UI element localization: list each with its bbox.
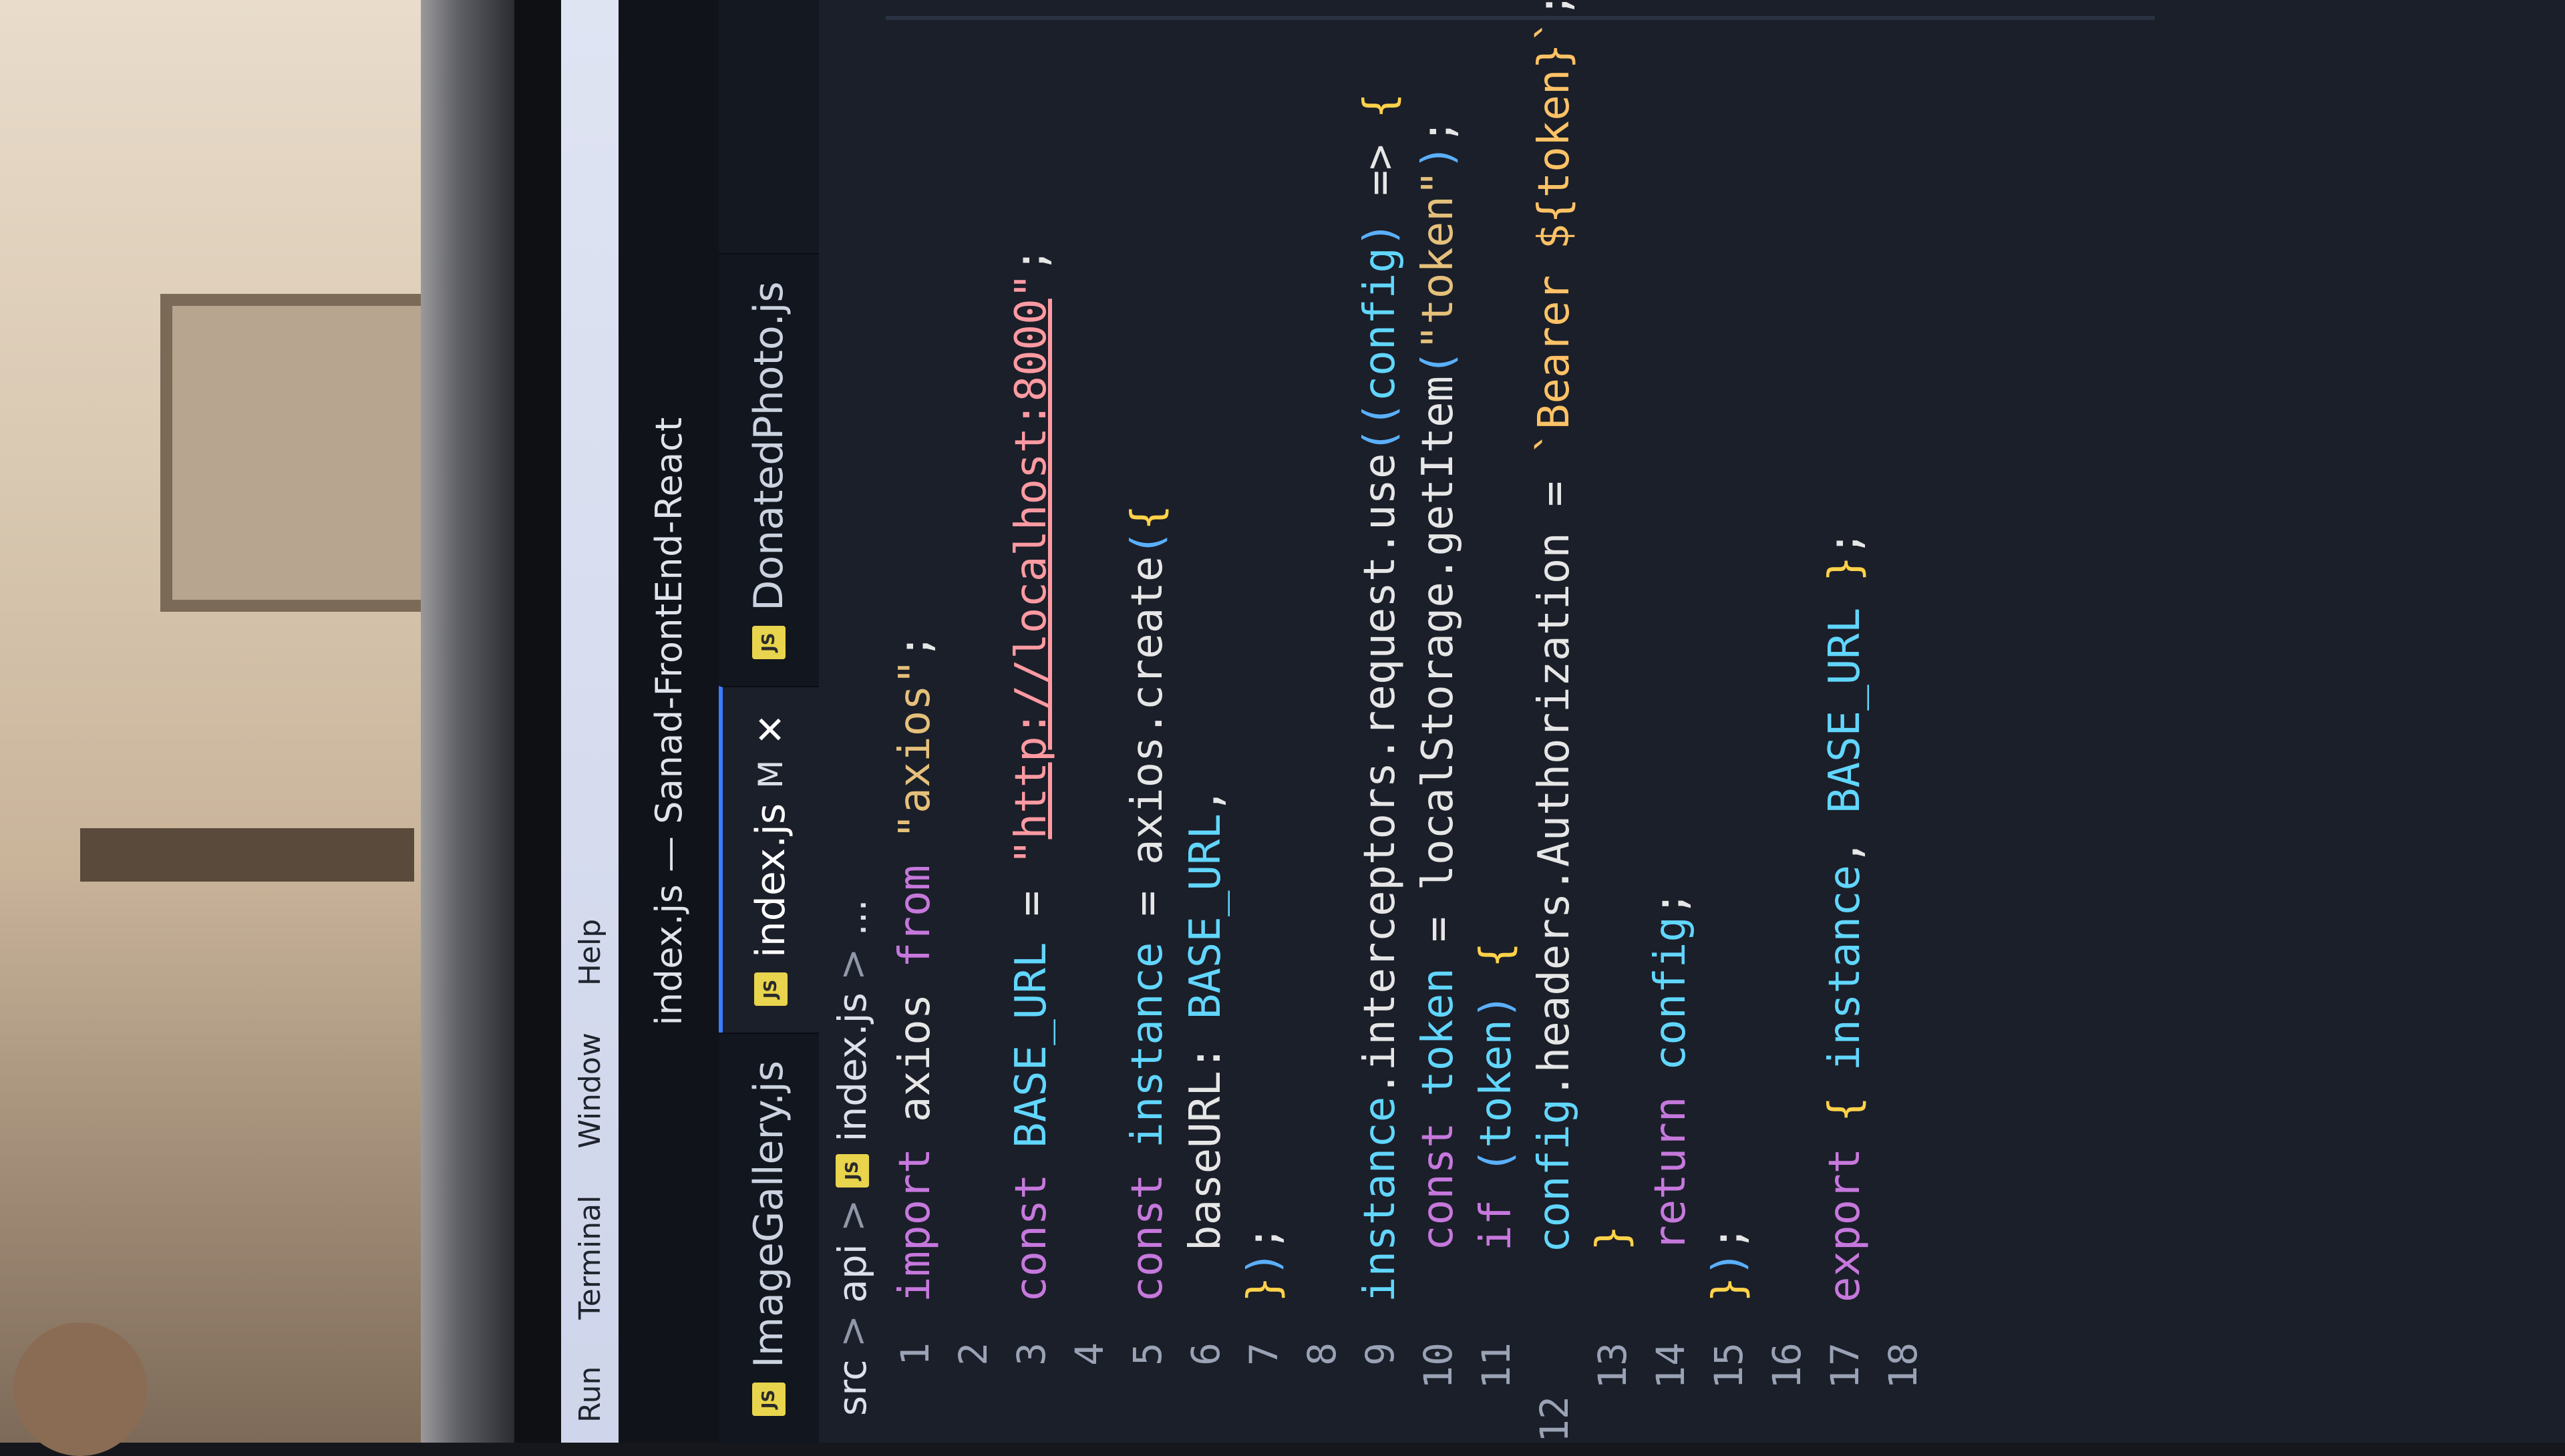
breadcrumb: src > api > JS index.js > ... (819, 0, 886, 1443)
line-content: }); (1238, 1225, 1289, 1302)
line-number: 13 (1589, 1342, 1635, 1389)
line-number: 16 (1763, 1342, 1810, 1389)
laptop-screen: Run Terminal Window Help index.js — Sana… (561, 0, 2565, 1443)
editor-tabs: JS ImageGallery.js JS index.js M ✕ JS Do… (719, 0, 819, 1443)
breadcrumb-src[interactable]: src (830, 1359, 875, 1416)
line-number: 10 (1415, 1342, 1461, 1389)
tab-donatedphoto[interactable]: JS DonatedPhoto.js (719, 253, 819, 686)
code-line[interactable]: 7}); (1234, 0, 1293, 1443)
line-content: instance.interceptors.request.use((confi… (1355, 93, 1405, 1302)
line-number: 1 (892, 1342, 938, 1366)
tab-label: DonatedPhoto.js (745, 281, 792, 611)
line-content: const token = localStorage.getItem("toke… (1413, 118, 1463, 1251)
breadcrumb-file[interactable]: index.js (830, 992, 875, 1141)
line-number: 4 (1066, 1342, 1112, 1366)
line-content: import axios from "axios"; (890, 633, 940, 1302)
menu-window[interactable]: Window (573, 1033, 607, 1149)
line-content: const BASE_URL = "http://localhost:8000"… (1006, 247, 1056, 1302)
code-line[interactable]: 6 baseURL: BASE_URL, (1176, 0, 1234, 1443)
code-line[interactable]: 1 import axios from "axios"; (886, 0, 944, 1443)
line-number: 17 (1822, 1342, 1868, 1389)
code-line[interactable]: 5 const instance = axios.create({ (1118, 0, 1176, 1443)
tab-index[interactable]: JS index.js M ✕ (719, 685, 819, 1033)
screen-edge (514, 0, 561, 1443)
wall-shelf (80, 828, 414, 882)
javascript-file-icon: JS (752, 625, 786, 659)
line-number: 2 (950, 1342, 996, 1366)
line-content: }); (1703, 1225, 1753, 1302)
code-line[interactable]: 18 (1874, 0, 1932, 1443)
breadcrumb-separator: > (830, 1199, 875, 1232)
line-number: 12 (1531, 1396, 1577, 1443)
code-line[interactable]: 13 } (1583, 0, 1641, 1443)
modified-indicator: M (751, 759, 790, 789)
breadcrumb-more[interactable]: ... (830, 899, 875, 936)
code-line[interactable]: 8 (1293, 0, 1351, 1443)
window-title: index.js — Sanad-FrontEnd-React (647, 417, 690, 1026)
breadcrumb-separator: > (830, 1314, 875, 1348)
code-line[interactable]: 10 const token = localStorage.getItem("t… (1409, 0, 1467, 1443)
lamp (13, 1322, 147, 1456)
breadcrumb-separator: > (830, 948, 875, 981)
line-number: 18 (1880, 1342, 1926, 1389)
line-number: 14 (1647, 1342, 1693, 1389)
code-line[interactable]: 16 (1757, 0, 1816, 1443)
close-icon[interactable]: ✕ (749, 714, 793, 745)
tab-imagegallery[interactable]: JS ImageGallery.js (719, 1032, 819, 1443)
menu-help[interactable]: Help (573, 919, 607, 986)
line-number: 11 (1473, 1342, 1519, 1389)
breadcrumb-api[interactable]: api (830, 1244, 875, 1302)
code-line[interactable]: 2 (944, 0, 1002, 1443)
line-content: const instance = axios.create({ (1122, 504, 1172, 1302)
code-editor[interactable]: 1 import axios from "axios"; 2 3 const BASE_… (886, 0, 1932, 1443)
menu-terminal[interactable]: Terminal (573, 1196, 607, 1320)
code-line[interactable]: 12 config.headers.Authorization = `Beare… (1525, 0, 1583, 1443)
line-number: 15 (1705, 1342, 1751, 1389)
code-line[interactable]: 11 if (token) { (1467, 0, 1525, 1443)
code-line[interactable]: 4 (1060, 0, 1118, 1443)
editor-scroll-edge[interactable] (886, 16, 2155, 20)
line-number: 5 (1124, 1342, 1170, 1366)
tab-label: index.js (747, 803, 794, 958)
line-content: export { instance, BASE_URL }; (1820, 530, 1870, 1302)
line-content: if (token) { (1471, 942, 1521, 1251)
room-background (0, 0, 438, 1456)
code-line[interactable]: 3 const BASE_URL = "http://localhost:8000… (1002, 0, 1060, 1443)
code-line[interactable]: 9 instance.interceptors.request.use((conf… (1351, 0, 1409, 1443)
javascript-file-icon: JS (752, 1383, 786, 1416)
laptop-bezel (421, 0, 514, 1443)
title-bar: index.js — Sanad-FrontEnd-React (619, 0, 719, 1443)
line-content: } (1587, 1225, 1637, 1251)
code-line[interactable]: 17 export { instance, BASE_URL }; (1816, 0, 1874, 1443)
line-content: config.headers.Authorization = `Bearer $… (1529, 0, 1579, 1254)
line-content: return config; (1645, 890, 1695, 1251)
javascript-file-icon: JS (754, 972, 788, 1006)
menu-bar: Run Terminal Window Help (561, 0, 619, 1443)
menu-run[interactable]: Run (573, 1367, 607, 1423)
line-number: 6 (1182, 1342, 1228, 1366)
code-line[interactable]: 14 return config; (1641, 0, 1699, 1443)
line-number: 9 (1357, 1342, 1403, 1366)
line-content: baseURL: BASE_URL, (1180, 787, 1230, 1302)
line-number: 8 (1299, 1342, 1345, 1366)
line-number: 3 (1008, 1342, 1054, 1366)
tab-label: ImageGallery.js (745, 1060, 792, 1368)
line-number: 7 (1240, 1342, 1287, 1366)
wall-picture-frame (160, 294, 438, 612)
code-line[interactable]: 15}); (1699, 0, 1757, 1443)
javascript-file-icon: JS (836, 1153, 869, 1188)
